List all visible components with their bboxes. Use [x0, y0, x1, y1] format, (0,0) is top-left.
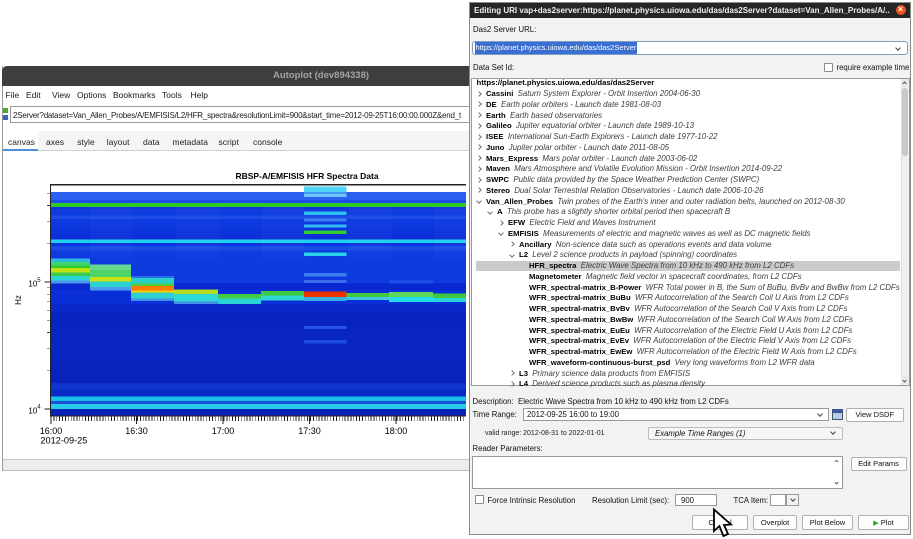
svg-text:18:00: 18:00: [385, 426, 408, 436]
svg-text:2012-09-25: 2012-09-25: [40, 436, 87, 446]
svg-text:17:00: 17:00: [212, 426, 235, 436]
svg-text:5: 5: [37, 278, 41, 284]
svg-text:16:30: 16:30: [125, 426, 148, 436]
svg-text:17:30: 17:30: [298, 426, 321, 436]
svg-text:Hz: Hz: [14, 295, 23, 305]
svg-text:4: 4: [37, 405, 41, 411]
svg-text:16:00: 16:00: [40, 426, 63, 436]
